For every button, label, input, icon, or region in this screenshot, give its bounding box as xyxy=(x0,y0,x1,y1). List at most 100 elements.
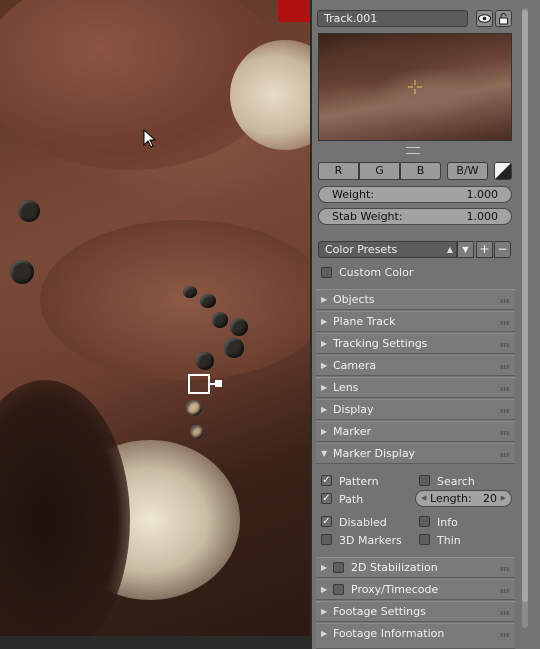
bead xyxy=(186,400,202,416)
path-length-field[interactable]: ◀ Length: 20 ▶ xyxy=(415,490,512,507)
track-name-field[interactable]: Track.001 xyxy=(317,10,468,27)
grayscale-button[interactable]: B/W xyxy=(447,162,488,180)
section-2d-stabilization[interactable]: ▶ 2D Stabilization xyxy=(316,557,515,578)
section-label: Proxy/Timecode xyxy=(351,583,439,596)
drag-handle-icon[interactable] xyxy=(500,589,510,593)
viewport-red-corner xyxy=(278,0,310,22)
section-label: Tracking Settings xyxy=(333,337,428,350)
bead xyxy=(212,312,228,328)
bead xyxy=(190,425,204,439)
weight-slider[interactable]: Weight: 1.000 xyxy=(318,186,512,203)
section-label: Objects xyxy=(333,293,375,306)
section-label: Camera xyxy=(333,359,377,372)
green-channel-button[interactable]: G xyxy=(359,162,400,180)
triangle-right-icon: ▶ xyxy=(321,629,328,638)
section-camera[interactable]: ▶ Camera xyxy=(316,355,515,376)
section-label: Plane Track xyxy=(333,315,396,328)
bead xyxy=(18,200,40,222)
drag-handle-icon[interactable] xyxy=(500,365,510,369)
eye-icon[interactable] xyxy=(476,10,493,27)
info-label: Info xyxy=(437,516,458,529)
drag-handle-icon[interactable] xyxy=(500,299,510,303)
section-label: Lens xyxy=(333,381,359,394)
bead xyxy=(196,352,214,370)
preset-dropdown-icon[interactable]: ▼ xyxy=(457,241,474,258)
section-label: Footage Settings xyxy=(333,605,426,618)
custom-color-checkbox[interactable] xyxy=(321,267,332,278)
drag-handle-icon[interactable] xyxy=(500,409,510,413)
search-checkbox[interactable] xyxy=(419,475,430,486)
increment-arrow-icon[interactable]: ▶ xyxy=(501,491,506,506)
bead xyxy=(224,338,244,358)
stab-weight-slider[interactable]: Stab Weight: 1.000 xyxy=(318,208,512,225)
info-checkbox[interactable] xyxy=(419,516,430,527)
drag-handle-icon[interactable] xyxy=(500,453,510,457)
lock-icon[interactable] xyxy=(495,10,512,27)
alpha-toggle-icon[interactable] xyxy=(494,162,512,180)
color-presets-menu[interactable]: Color Presets ▲ xyxy=(318,241,457,258)
drag-handle-icon[interactable] xyxy=(500,321,510,325)
length-label: Length: xyxy=(430,492,472,505)
section-tracking-settings[interactable]: ▶ Tracking Settings xyxy=(316,333,515,354)
disabled-checkbox[interactable]: ✓ xyxy=(321,516,332,527)
section-lens[interactable]: ▶ Lens xyxy=(316,377,515,398)
pattern-checkbox[interactable]: ✓ xyxy=(321,475,332,486)
path-label: Path xyxy=(339,493,364,506)
section-proxy-timecode[interactable]: ▶ Proxy/Timecode xyxy=(316,579,515,600)
red-channel-button[interactable]: R xyxy=(318,162,359,180)
preview-resize-grip[interactable] xyxy=(406,147,420,154)
weight-value: 1.000 xyxy=(466,188,499,201)
add-preset-button[interactable]: + xyxy=(476,241,493,258)
stab-weight-label: Stab Weight: xyxy=(332,210,403,223)
drag-handle-icon[interactable] xyxy=(500,431,510,435)
drag-handle-icon[interactable] xyxy=(500,387,510,391)
track-marker-handle[interactable] xyxy=(215,380,222,387)
channel-toggle-group: R G B xyxy=(318,162,441,180)
clip-viewport[interactable] xyxy=(0,0,310,636)
triangle-right-icon: ▶ xyxy=(321,383,328,392)
bead xyxy=(10,260,34,284)
triangle-right-icon: ▶ xyxy=(321,427,328,436)
triangle-down-icon: ▼ xyxy=(321,449,328,458)
stab-weight-value: 1.000 xyxy=(466,210,499,223)
color-presets-label: Color Presets xyxy=(325,243,398,256)
section-footage-settings[interactable]: ▶ Footage Settings xyxy=(316,601,515,622)
section-label: Marker xyxy=(333,425,372,438)
crosshair-icon xyxy=(408,80,422,94)
track-marker-pattern[interactable] xyxy=(188,374,210,394)
section-footage-information[interactable]: ▶ Footage Information xyxy=(316,623,515,649)
custom-color-label: Custom Color xyxy=(339,266,414,279)
bead xyxy=(200,294,216,308)
section-display[interactable]: ▶ Display xyxy=(316,399,515,420)
drag-handle-icon[interactable] xyxy=(500,567,510,571)
panel-scrollbar-thumb[interactable] xyxy=(522,10,528,602)
remove-preset-button[interactable]: − xyxy=(494,241,511,258)
drag-handle-icon[interactable] xyxy=(500,633,510,637)
blue-channel-button[interactable]: B xyxy=(400,162,441,180)
disabled-label: Disabled xyxy=(339,516,387,529)
proxy-checkbox[interactable] xyxy=(333,584,344,595)
section-marker[interactable]: ▶ Marker xyxy=(316,421,515,442)
triangle-right-icon: ▶ xyxy=(321,585,328,594)
weight-label: Weight: xyxy=(332,188,375,201)
drag-handle-icon[interactable] xyxy=(500,611,510,615)
3d-markers-checkbox[interactable] xyxy=(321,534,332,545)
thin-checkbox[interactable] xyxy=(419,534,430,545)
path-checkbox[interactable]: ✓ xyxy=(321,493,332,504)
triangle-right-icon: ▶ xyxy=(321,295,328,304)
thin-label: Thin xyxy=(437,534,461,547)
decrement-arrow-icon[interactable]: ◀ xyxy=(421,491,426,506)
triangle-right-icon: ▶ xyxy=(321,317,328,326)
drag-handle-icon[interactable] xyxy=(500,343,510,347)
pattern-label: Pattern xyxy=(339,475,379,488)
section-label: 2D Stabilization xyxy=(351,561,438,574)
section-plane-track[interactable]: ▶ Plane Track xyxy=(316,311,515,332)
length-value: 20 xyxy=(483,492,497,505)
mouse-pointer-icon xyxy=(143,129,157,148)
section-label: Display xyxy=(333,403,374,416)
3d-markers-label: 3D Markers xyxy=(339,534,402,547)
triangle-right-icon: ▶ xyxy=(321,563,328,572)
stabilization-checkbox[interactable] xyxy=(333,562,344,573)
section-marker-display[interactable]: ▼ Marker Display xyxy=(316,443,515,464)
section-objects[interactable]: ▶ Objects xyxy=(316,289,515,310)
